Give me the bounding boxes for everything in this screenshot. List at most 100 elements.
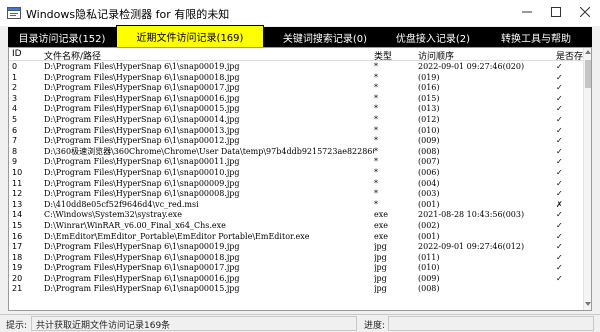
cell-type: * — [374, 62, 378, 71]
tab-directory-records[interactable]: 目录访问记录(152) — [8, 27, 116, 47]
cell-exist: ✓ — [556, 114, 563, 124]
cell-path: D:\Winrar\WinRAR_v6.00_Final_x64_Chs.exe — [44, 220, 226, 230]
tab-label: 近期文件访问记录(169) — [136, 33, 244, 44]
cell-exist: ✓ — [556, 189, 563, 199]
cell-order: (012) — [418, 114, 440, 124]
cell-path: D:\Program Files\HyperSnap 6\1\snap00017… — [44, 263, 240, 273]
minimize-button[interactable] — [512, 0, 542, 24]
cell-id: 2 — [12, 83, 18, 93]
tab-tools-help[interactable]: 转换工具与帮助 — [480, 27, 592, 47]
cell-id: 9 — [12, 157, 18, 167]
maximize-button[interactable] — [541, 0, 571, 24]
cell-order: (015) — [418, 93, 440, 103]
tab-recent-files[interactable]: 近期文件访问记录(169) — [116, 25, 264, 47]
scroll-down-icon[interactable] — [585, 302, 591, 306]
cell-type: jpg — [374, 252, 387, 262]
cell-exist: ✓ — [556, 83, 563, 93]
cell-id: 17 — [12, 242, 23, 252]
vertical-scrollbar[interactable] — [583, 48, 591, 310]
maximize-icon — [551, 7, 561, 17]
window-title: Windows隐私记录检测器 for 有限的未知 — [26, 8, 230, 21]
cell-path: D:\Program Files\HyperSnap 6\1\snap00009… — [44, 178, 240, 188]
column-header-id[interactable]: ID — [12, 49, 22, 59]
cell-id: 21 — [12, 284, 23, 294]
cell-exist: ✓ — [556, 273, 563, 283]
cell-id: 10 — [12, 167, 23, 177]
tab-bar: 目录访问记录(152) 近期文件访问记录(169) 关键词搜索记录(0) 优盘接… — [8, 25, 592, 47]
cell-order: 2021-08-28 10:43:56(003) — [418, 210, 525, 220]
cell-exist: ✓ — [556, 167, 563, 177]
cell-id: 18 — [12, 252, 23, 262]
cell-exist: ✓ — [556, 220, 563, 230]
cell-id: 5 — [12, 114, 18, 124]
scrollbar-thumb[interactable] — [585, 60, 591, 88]
cell-id: 1 — [12, 72, 18, 82]
tab-label: 优盘接入记录(2) — [395, 33, 471, 45]
cell-id: 3 — [12, 93, 18, 103]
cell-type: jpg — [374, 263, 387, 273]
cell-order: (016) — [418, 83, 440, 93]
minimize-icon — [522, 11, 532, 13]
cell-type: * — [374, 83, 378, 93]
cell-order: (009) — [418, 273, 440, 283]
tab-usb-records[interactable]: 优盘接入记录(2) — [386, 27, 480, 47]
cell-path: D:\Program Files\HyperSnap 6\1\snap00016… — [44, 93, 240, 103]
tab-label: 关键词搜索记录(0) — [282, 33, 368, 45]
cell-type: * — [374, 146, 378, 156]
scroll-up-icon[interactable] — [585, 50, 591, 54]
cell-exist: ✓ — [556, 231, 563, 241]
cell-exist: ✓ — [556, 210, 563, 220]
cell-exist: ✓ — [556, 125, 563, 135]
cell-exist: ✓ — [556, 252, 563, 262]
cell-exist: ✓ — [556, 136, 563, 146]
cell-exist: ✓ — [556, 242, 563, 252]
cell-exist: ✓ — [556, 263, 563, 273]
cell-type: * — [374, 114, 378, 124]
cell-path: D:\Program Files\HyperSnap 6\1\snap00018… — [44, 72, 240, 82]
tab-keyword-search[interactable]: 关键词搜索记录(0) — [264, 27, 386, 47]
cell-id: 8 — [12, 146, 18, 156]
cell-path: D:\Program Files\HyperSnap 6\1\snap00018… — [44, 252, 240, 262]
close-button[interactable] — [570, 0, 600, 24]
cell-type: * — [374, 178, 378, 188]
cell-order: (019) — [418, 72, 440, 82]
cell-path: D:\Program Files\HyperSnap 6\1\snap00015… — [44, 104, 240, 114]
cell-exist: ✓ — [556, 146, 563, 156]
cell-order: (006) — [418, 167, 440, 177]
cell-order: (008) — [418, 146, 440, 156]
cell-id: 20 — [12, 273, 23, 283]
cell-order: (010) — [418, 125, 440, 135]
cell-id: 15 — [12, 220, 23, 230]
cell-order: (013) — [418, 104, 440, 114]
cell-path: D:\Program Files\HyperSnap 6\1\snap00011… — [44, 157, 240, 167]
cell-id: 4 — [12, 104, 18, 114]
cell-path: C:\Windows\System32\systray.exe — [44, 210, 182, 220]
cell-type: * — [374, 72, 378, 82]
cell-exist: ✓ — [556, 157, 563, 167]
cell-order: (011) — [418, 252, 440, 262]
cell-path: D:\Program Files\HyperSnap 6\1\snap00013… — [44, 125, 240, 135]
cell-id: 19 — [12, 263, 23, 273]
cell-id: 14 — [12, 210, 23, 220]
cell-type: * — [374, 93, 378, 103]
cell-type: * — [374, 125, 378, 135]
table-row[interactable]: 21 D:\Program Files\HyperSnap 6\1\snap000… — [9, 284, 583, 295]
status-message: 共计获取近期文件访问记录169条 — [31, 316, 357, 331]
records-table: ID 文件名称/路径 类型 访问顺序 是否存在 0 D:\Program File… — [8, 47, 592, 311]
app-icon — [7, 6, 21, 20]
cell-type: exe — [374, 210, 388, 220]
cell-order: (009) — [418, 136, 440, 146]
status-bar: 提示: 共计获取近期文件访问记录169条 进度: — [0, 314, 600, 332]
status-hint-label: 提示: — [6, 321, 28, 331]
cell-type: exe — [374, 220, 388, 230]
cell-id: 12 — [12, 189, 23, 199]
cell-type: jpg — [374, 273, 387, 283]
cell-path: D:\Program Files\HyperSnap 6\1\snap00010… — [44, 167, 240, 177]
cell-id: 13 — [12, 199, 23, 209]
cell-type: * — [374, 136, 378, 146]
cell-order: (007) — [418, 157, 440, 167]
cell-exist: ✓ — [556, 104, 563, 114]
cell-type: * — [374, 157, 378, 167]
cell-id: 0 — [12, 62, 18, 71]
cell-order: (002) — [418, 220, 440, 230]
